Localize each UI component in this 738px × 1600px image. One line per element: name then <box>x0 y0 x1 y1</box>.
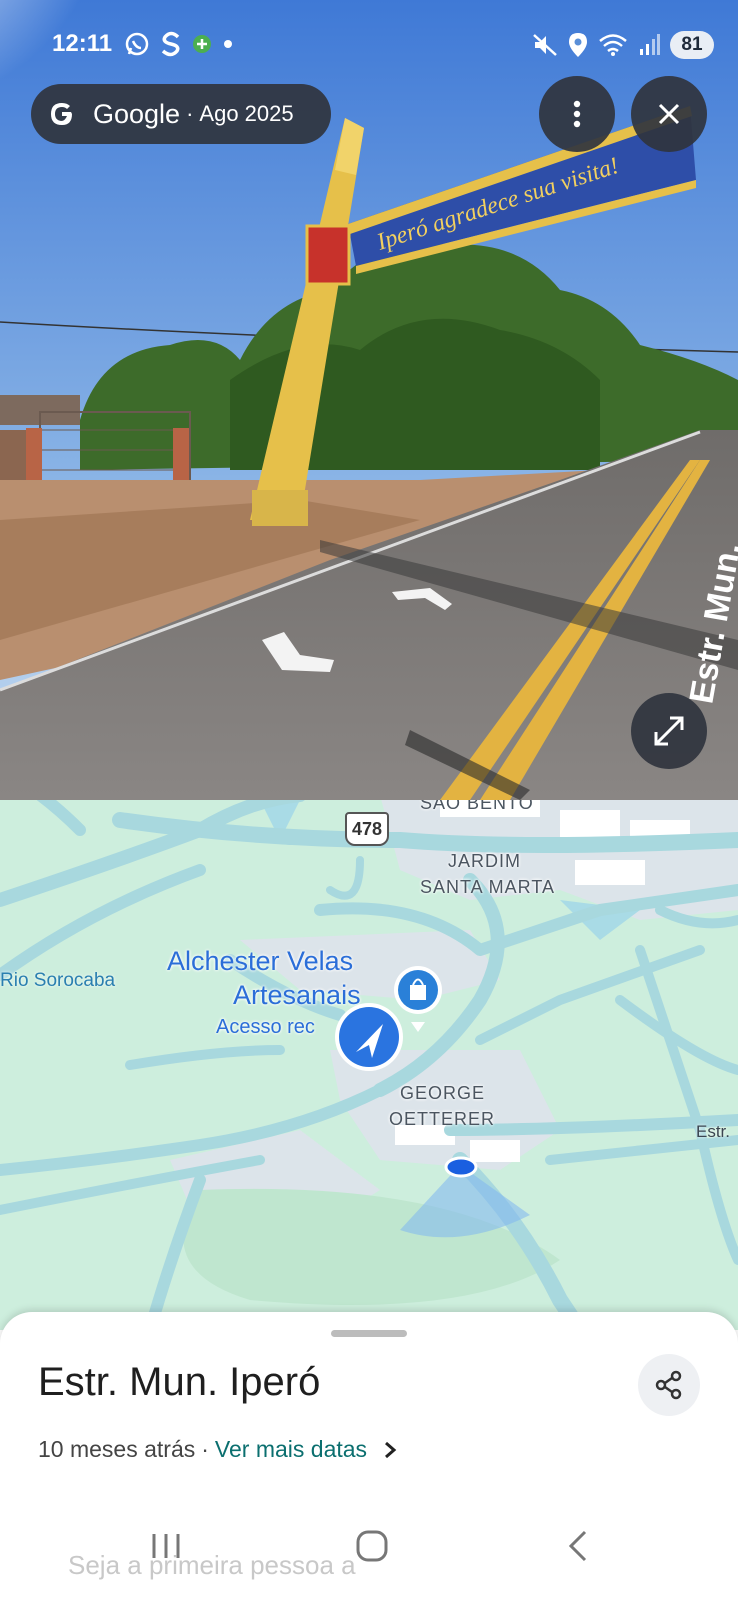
street-view-panel[interactable]: Iperó agradece sua visita! Estr. Mun. 12… <box>0 0 738 800</box>
highway-shield-478: 478 <box>345 812 389 846</box>
google-brand-label: Google <box>93 98 181 129</box>
location-icon <box>569 33 587 57</box>
map-canvas[interactable] <box>0 800 738 1330</box>
close-icon <box>658 103 680 125</box>
status-right-icons: 81 <box>532 30 714 60</box>
plus-app-icon <box>193 35 211 53</box>
map-label-poi-sub[interactable]: Acesso rec <box>216 1016 315 1039</box>
fullscreen-button[interactable] <box>631 693 707 769</box>
signal-icon <box>640 34 660 55</box>
back-icon <box>568 1530 587 1562</box>
close-button[interactable] <box>631 76 707 152</box>
battery-indicator: 81 <box>670 31 714 59</box>
mute-icon <box>533 34 557 56</box>
wifi-icon <box>599 34 627 56</box>
whatsapp-icon <box>125 32 149 56</box>
status-left-icons <box>124 30 234 58</box>
expand-icon <box>654 716 684 746</box>
share-icon <box>655 1370 682 1400</box>
place-title: Estr. Mun. Iperó <box>38 1360 321 1404</box>
share-button[interactable] <box>638 1354 700 1416</box>
s-app-icon <box>161 31 180 57</box>
more-vert-icon <box>573 100 581 128</box>
map-label-rio-sorocaba: Rio Sorocaba <box>0 970 116 991</box>
navigation-arrow-icon <box>339 1007 399 1067</box>
map-label-sao-bento: SÃO BENTO <box>420 800 534 813</box>
map-label-oetterer: OETTERER <box>389 1109 496 1129</box>
dot-icon <box>224 40 232 48</box>
capture-date: Ago 2025 <box>199 101 294 126</box>
system-nav-bar <box>0 1516 738 1576</box>
map-label-poi-name-2[interactable]: Artesanais <box>233 978 361 1012</box>
map-label-jardim: JARDIM <box>448 851 521 871</box>
date-row: 10 meses atrás · Ver mais datas <box>38 1436 397 1463</box>
status-time: 12:11 <box>52 30 113 57</box>
drag-handle[interactable] <box>331 1330 407 1337</box>
map-label-george: GEORGE <box>400 1083 486 1103</box>
home-button[interactable] <box>342 1516 402 1576</box>
date-separator: · <box>201 1436 209 1462</box>
bottom-sheet[interactable]: Estr. Mun. Iperó 10 meses atrás · Ver ma… <box>0 1312 738 1600</box>
capture-age: 10 meses atrás <box>38 1436 196 1462</box>
recent-apps-icon <box>152 1534 180 1558</box>
chip-separator: · <box>186 101 194 126</box>
map-label-estr: Estr. <box>696 1122 731 1141</box>
back-button[interactable] <box>548 1516 608 1576</box>
google-date-chip[interactable]: Google · Ago 2025 <box>31 84 331 144</box>
recent-apps-button[interactable] <box>136 1516 196 1576</box>
home-icon <box>356 1530 388 1562</box>
chevron-right-icon[interactable] <box>383 1440 397 1460</box>
map-label-poi-name-1[interactable]: Alchester Velas <box>167 944 353 978</box>
status-bar: 12:11 81 <box>0 22 738 66</box>
map-label-santa-marta: SANTA MARTA <box>420 877 556 897</box>
see-more-dates-link[interactable]: Ver mais datas <box>215 1436 367 1463</box>
google-g-icon <box>51 103 72 125</box>
current-location-dot <box>444 1156 478 1178</box>
more-options-button[interactable] <box>539 76 615 152</box>
map-panel[interactable]: SÃO BENTO JARDIM SANTA MARTA Rio Sorocab… <box>0 800 738 1330</box>
